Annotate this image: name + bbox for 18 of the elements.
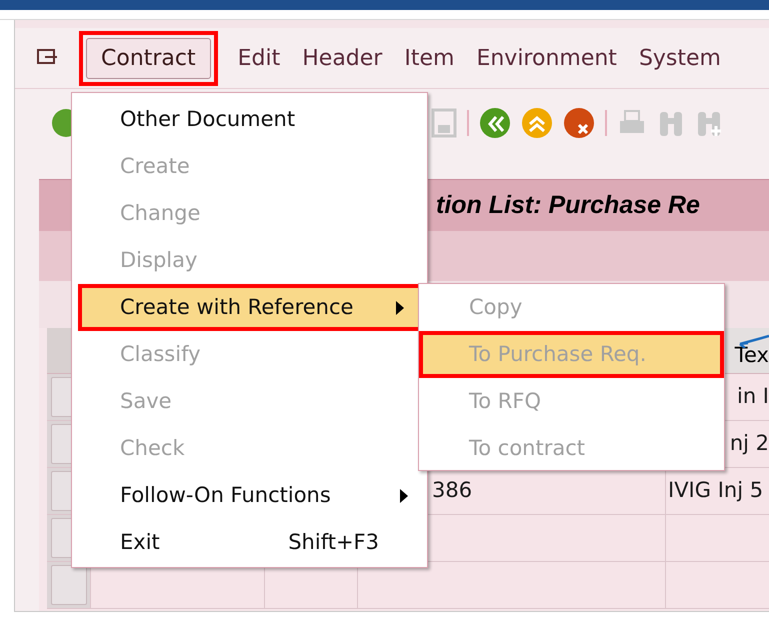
menu-bar-item[interactable]: Environment (474, 42, 619, 74)
up-icon[interactable] (521, 106, 553, 138)
save-icon[interactable] (431, 108, 457, 138)
cancel-icon[interactable] (563, 106, 595, 138)
menu-bar-item[interactable]: Edit (236, 42, 282, 74)
row-selector[interactable] (50, 565, 86, 605)
arrow-icon (738, 334, 769, 348)
menu-item[interactable]: Exit Shift+F3 (72, 519, 427, 566)
shortcut-label: Shift+F3 (288, 528, 380, 556)
submenu-arrow-icon (399, 488, 409, 504)
menu-bar-item[interactable]: Item (402, 42, 456, 74)
submenu-arrow-icon (395, 300, 405, 316)
back-icon[interactable] (479, 106, 511, 138)
menu-item[interactable]: Other Document (72, 96, 427, 143)
menu-bar-item[interactable]: Contract (86, 38, 211, 78)
screen-title: tion List: Purchase Re (436, 190, 700, 221)
menu-bar-item[interactable]: Header (300, 42, 384, 74)
menu-bar-item[interactable]: System (636, 42, 723, 74)
